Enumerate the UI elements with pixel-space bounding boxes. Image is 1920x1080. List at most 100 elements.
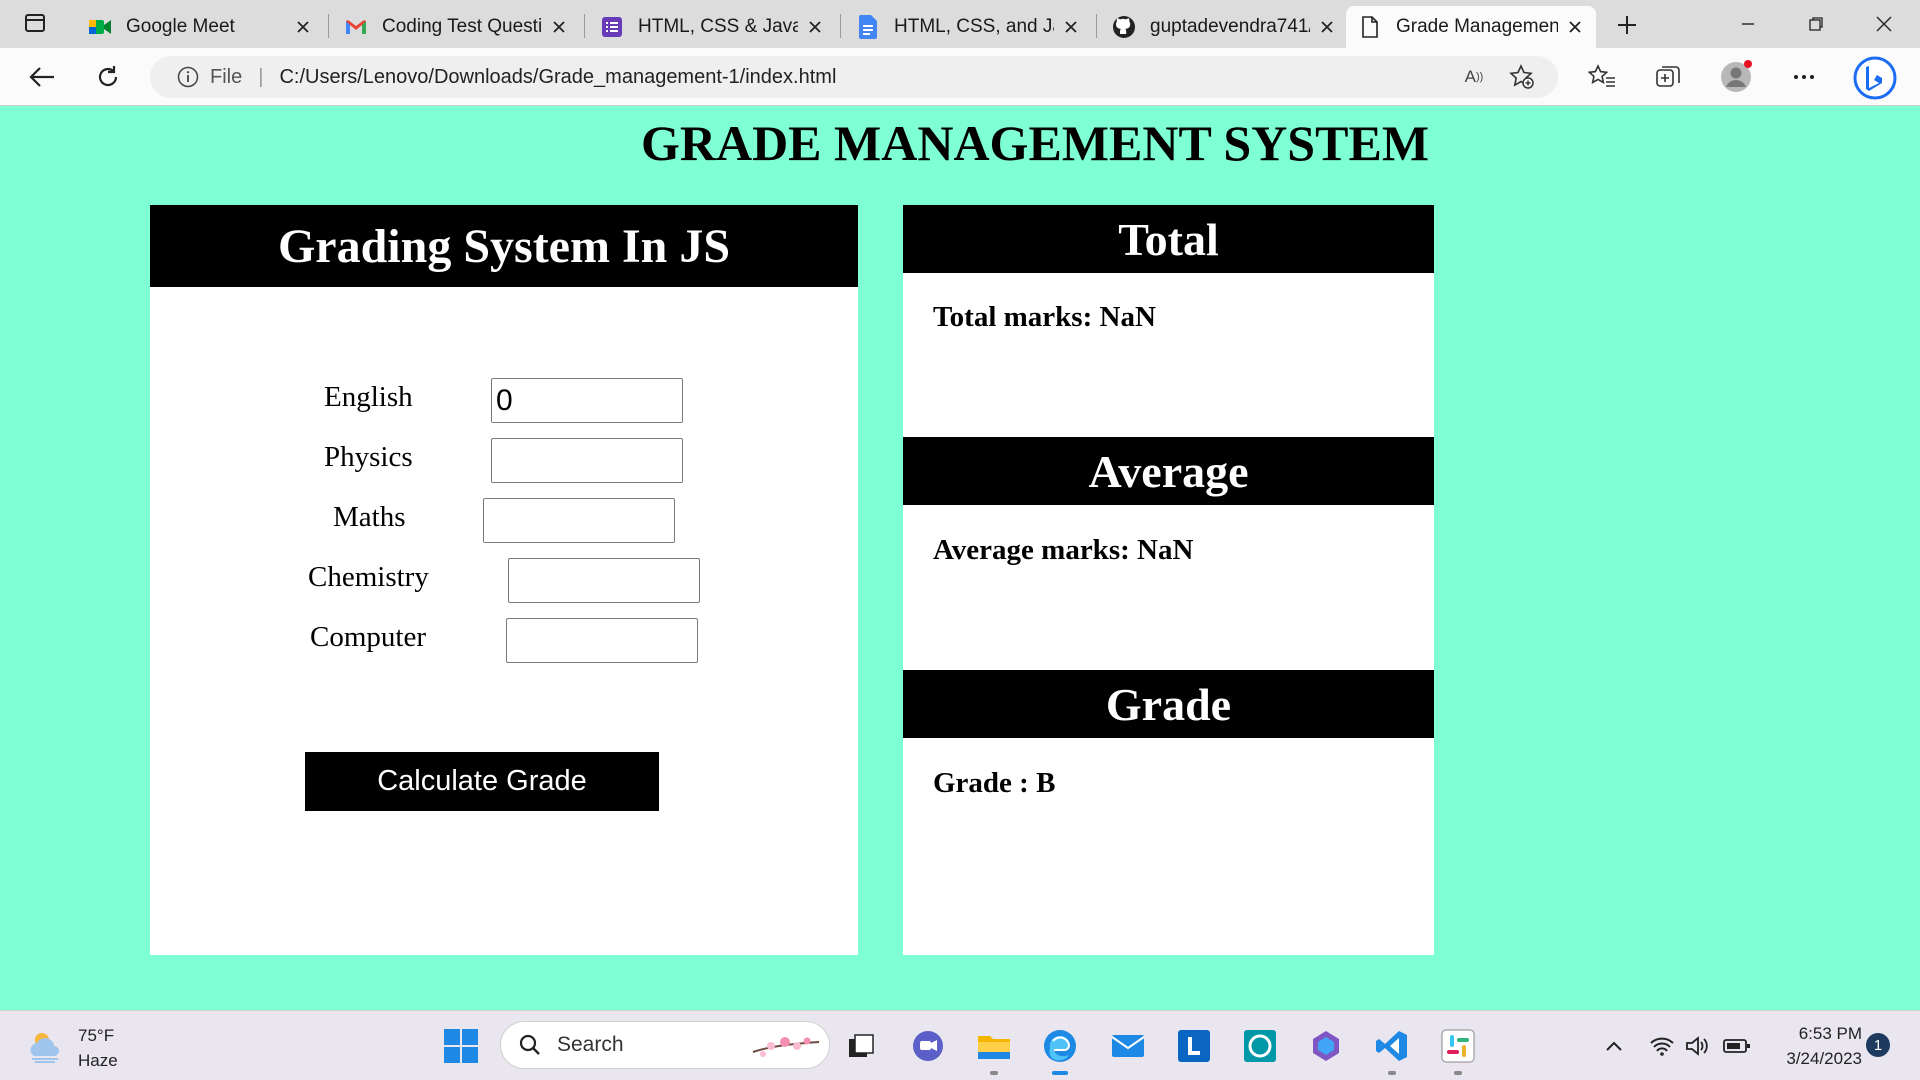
- edge-browser-icon[interactable]: [1040, 1026, 1080, 1075]
- calculate-grade-button[interactable]: Calculate Grade: [305, 752, 659, 811]
- clock-time: 6:53 PM: [1798, 1024, 1862, 1043]
- file-scheme-label: File: [210, 65, 243, 88]
- maths-input[interactable]: [483, 498, 675, 543]
- windows-taskbar: 75°F Haze Search 6:53 PM 3/24/2023 1: [0, 1010, 1920, 1080]
- add-favorite-icon[interactable]: [1508, 63, 1536, 91]
- computer-label: Computer: [310, 621, 426, 653]
- back-arrow-icon[interactable]: [24, 59, 60, 95]
- alexa-icon[interactable]: [1240, 1026, 1280, 1066]
- active-indicator: [1052, 1071, 1068, 1075]
- clock-date: 3/24/2023: [1786, 1049, 1862, 1068]
- close-icon[interactable]: [1062, 18, 1080, 36]
- linkedin-learning-icon[interactable]: [1174, 1026, 1214, 1066]
- tab-title: Google Meet: [126, 16, 235, 37]
- tab-title: guptadevendra741/: [1150, 16, 1310, 37]
- close-window-icon[interactable]: [1854, 6, 1914, 42]
- tab-title: HTML, CSS & Javasc: [638, 16, 798, 37]
- microsoft-365-icon[interactable]: [1306, 1026, 1346, 1066]
- cherry-blossom-icon: [751, 1032, 821, 1060]
- system-clock[interactable]: 6:53 PM 3/24/2023: [1762, 1021, 1862, 1071]
- github-icon: [1112, 15, 1136, 39]
- address-divider: |: [258, 65, 264, 88]
- chemistry-input[interactable]: [508, 558, 700, 603]
- search-icon: [517, 1032, 543, 1058]
- page-title: GRADE MANAGEMENT SYSTEM: [640, 115, 1430, 171]
- search-placeholder: Search: [557, 1033, 624, 1056]
- favorites-icon[interactable]: [1584, 59, 1620, 95]
- grade-text: Grade : B: [933, 767, 1056, 799]
- tab-title: Grade Managemen: [1396, 16, 1558, 37]
- average-marks-text: Average marks: NaN: [933, 534, 1194, 566]
- computer-input[interactable]: [506, 618, 698, 663]
- mail-icon[interactable]: [1108, 1026, 1148, 1066]
- bing-chat-icon[interactable]: [1852, 55, 1898, 101]
- total-heading: Total: [903, 205, 1434, 273]
- close-icon[interactable]: [294, 18, 312, 36]
- address-bar[interactable]: File | C:/Users/Lenovo/Downloads/Grade_m…: [150, 56, 1558, 98]
- tab-divider: [584, 14, 585, 38]
- tab-divider: [1096, 14, 1097, 38]
- battery-icon[interactable]: [1722, 1033, 1752, 1059]
- info-icon[interactable]: [176, 65, 200, 89]
- collections-icon[interactable]: [1650, 59, 1686, 95]
- volume-icon[interactable]: [1684, 1033, 1712, 1059]
- profile-avatar-icon[interactable]: [1718, 59, 1754, 95]
- minimize-icon[interactable]: [1718, 6, 1778, 42]
- close-icon[interactable]: [1566, 18, 1584, 36]
- vscode-icon[interactable]: [1372, 1026, 1412, 1075]
- tab-divider: [328, 14, 329, 38]
- tab-bar: Google Meet Coding Test Questic HTML, CS…: [0, 0, 1920, 48]
- tab-title: HTML, CSS, and Jav: [894, 16, 1054, 37]
- taskbar-search-box[interactable]: Search: [500, 1021, 830, 1069]
- running-indicator: [990, 1071, 998, 1075]
- task-view-icon[interactable]: [842, 1026, 882, 1066]
- running-indicator: [1454, 1071, 1462, 1075]
- close-icon[interactable]: [1318, 18, 1336, 36]
- close-icon[interactable]: [550, 18, 568, 36]
- google-meet-icon: [88, 15, 112, 39]
- google-forms-icon: [600, 15, 624, 39]
- slack-icon[interactable]: [1438, 1026, 1478, 1075]
- total-marks-text: Total marks: NaN: [933, 301, 1156, 333]
- weather-condition: Haze: [78, 1051, 118, 1070]
- teams-chat-icon[interactable]: [908, 1026, 948, 1066]
- grading-form-card: Grading System In JS English Physics Mat…: [150, 205, 858, 955]
- notification-badge[interactable]: 1: [1866, 1033, 1890, 1057]
- wifi-icon[interactable]: [1648, 1033, 1676, 1059]
- english-label: English: [324, 381, 413, 413]
- english-input[interactable]: [491, 378, 683, 423]
- tab-google-meet[interactable]: Google Meet: [76, 6, 324, 48]
- physics-input[interactable]: [491, 438, 683, 483]
- google-docs-icon: [856, 15, 880, 39]
- restore-icon[interactable]: [1786, 6, 1846, 42]
- read-aloud-icon[interactable]: A)): [1460, 63, 1488, 91]
- grade-heading: Grade: [903, 670, 1434, 738]
- windows-start-icon[interactable]: [443, 1028, 479, 1064]
- maths-label: Maths: [333, 501, 406, 533]
- form-heading: Grading System In JS: [150, 205, 858, 287]
- tab-grade-management[interactable]: Grade Managemen: [1346, 6, 1596, 48]
- chemistry-label: Chemistry: [308, 561, 429, 593]
- url-text[interactable]: C:/Users/Lenovo/Downloads/Grade_manageme…: [279, 66, 836, 89]
- close-icon[interactable]: [806, 18, 824, 36]
- weather-widget[interactable]: 75°F Haze: [26, 1023, 118, 1073]
- browser-toolbar: File | C:/Users/Lenovo/Downloads/Grade_m…: [0, 48, 1920, 106]
- more-options-icon[interactable]: [1786, 59, 1822, 95]
- tab-github[interactable]: guptadevendra741/: [1100, 6, 1348, 48]
- chevron-up-icon[interactable]: [1602, 1033, 1626, 1059]
- average-heading: Average: [903, 437, 1434, 505]
- tab-gmail[interactable]: Coding Test Questic: [332, 6, 580, 48]
- refresh-icon[interactable]: [90, 59, 126, 95]
- tab-forms[interactable]: HTML, CSS & Javasc: [588, 6, 836, 48]
- tab-actions-menu-icon[interactable]: [22, 10, 48, 36]
- file-icon: [1358, 15, 1382, 39]
- weather-temperature: 75°F: [78, 1026, 115, 1045]
- gmail-icon: [344, 15, 368, 39]
- tab-docs[interactable]: HTML, CSS, and Jav: [844, 6, 1092, 48]
- running-indicator: [1388, 1071, 1396, 1075]
- tab-divider: [840, 14, 841, 38]
- results-card: Total Total marks: NaN Average Average m…: [903, 205, 1434, 955]
- new-tab-icon[interactable]: [1612, 10, 1642, 40]
- tab-title: Coding Test Questic: [382, 16, 542, 37]
- file-explorer-icon[interactable]: [974, 1026, 1014, 1075]
